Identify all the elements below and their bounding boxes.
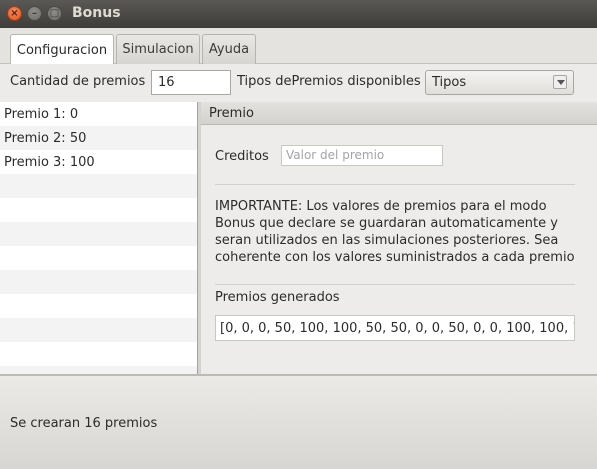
- window-titlebar: × – □ Bonus: [0, 0, 597, 28]
- window-title: Bonus: [72, 5, 121, 21]
- tab-ayuda[interactable]: Ayuda: [202, 34, 256, 64]
- list-item[interactable]: Premio 3: 100: [0, 150, 197, 174]
- premio-section-header: Premio: [201, 102, 597, 125]
- important-notice: IMPORTANTE: Los valores de premios para …: [215, 199, 575, 265]
- maximize-icon: □: [49, 7, 60, 19]
- maximize-window-button[interactable]: □: [47, 6, 62, 21]
- tab-bar: Configuracion Simulacion Ayuda: [0, 28, 597, 65]
- chevron-down-icon[interactable]: [553, 75, 567, 89]
- minimize-icon: –: [32, 7, 37, 19]
- credits-input[interactable]: Valor del premio: [281, 145, 443, 166]
- tab-simulacion[interactable]: Simulacion: [116, 34, 200, 64]
- minimize-window-button[interactable]: –: [27, 6, 42, 21]
- list-row-empty: [0, 342, 197, 366]
- list-row-empty: [0, 366, 197, 374]
- close-icon: ×: [10, 7, 19, 19]
- separator: [215, 284, 575, 285]
- list-item[interactable]: Premio 1: 0: [0, 102, 197, 126]
- credits-label: Creditos: [215, 149, 269, 164]
- list-row-empty: [0, 294, 197, 318]
- premios-quantity-label: Cantidad de premios: [10, 74, 146, 89]
- premio-types-selected: Tipos: [432, 75, 467, 90]
- list-row-empty: [0, 222, 197, 246]
- close-window-button[interactable]: ×: [7, 6, 22, 21]
- list-item[interactable]: Premio 2: 50: [0, 126, 197, 150]
- generated-premios-field[interactable]: [0, 0, 0, 50, 100, 100, 50, 50, 0, 0, 50…: [215, 315, 575, 341]
- premio-detail-panel: Premio Creditos Valor del premio IMPORTA…: [201, 102, 597, 374]
- premios-quantity-input[interactable]: 16: [151, 70, 231, 95]
- premio-types-select[interactable]: Tipos: [425, 70, 574, 95]
- generated-premios-label: Premios generados: [215, 290, 340, 305]
- premios-list[interactable]: Premio 1: 0 Premio 2: 50 Premio 3: 100: [0, 102, 198, 374]
- status-text: Se crearan 16 premios: [10, 416, 158, 431]
- tab-configuracion[interactable]: Configuracion: [10, 34, 114, 65]
- list-row-empty: [0, 246, 197, 270]
- premio-types-label: Tipos dePremios disponibles: [237, 74, 421, 89]
- config-toolbar: Cantidad de premios 16 Tipos dePremios d…: [0, 64, 597, 102]
- list-row-empty: [0, 318, 197, 342]
- separator: [215, 184, 575, 185]
- list-row-empty: [0, 270, 197, 294]
- list-row-empty: [0, 198, 197, 222]
- list-row-empty: [0, 174, 197, 198]
- status-bar: Se crearan 16 premios: [0, 374, 597, 469]
